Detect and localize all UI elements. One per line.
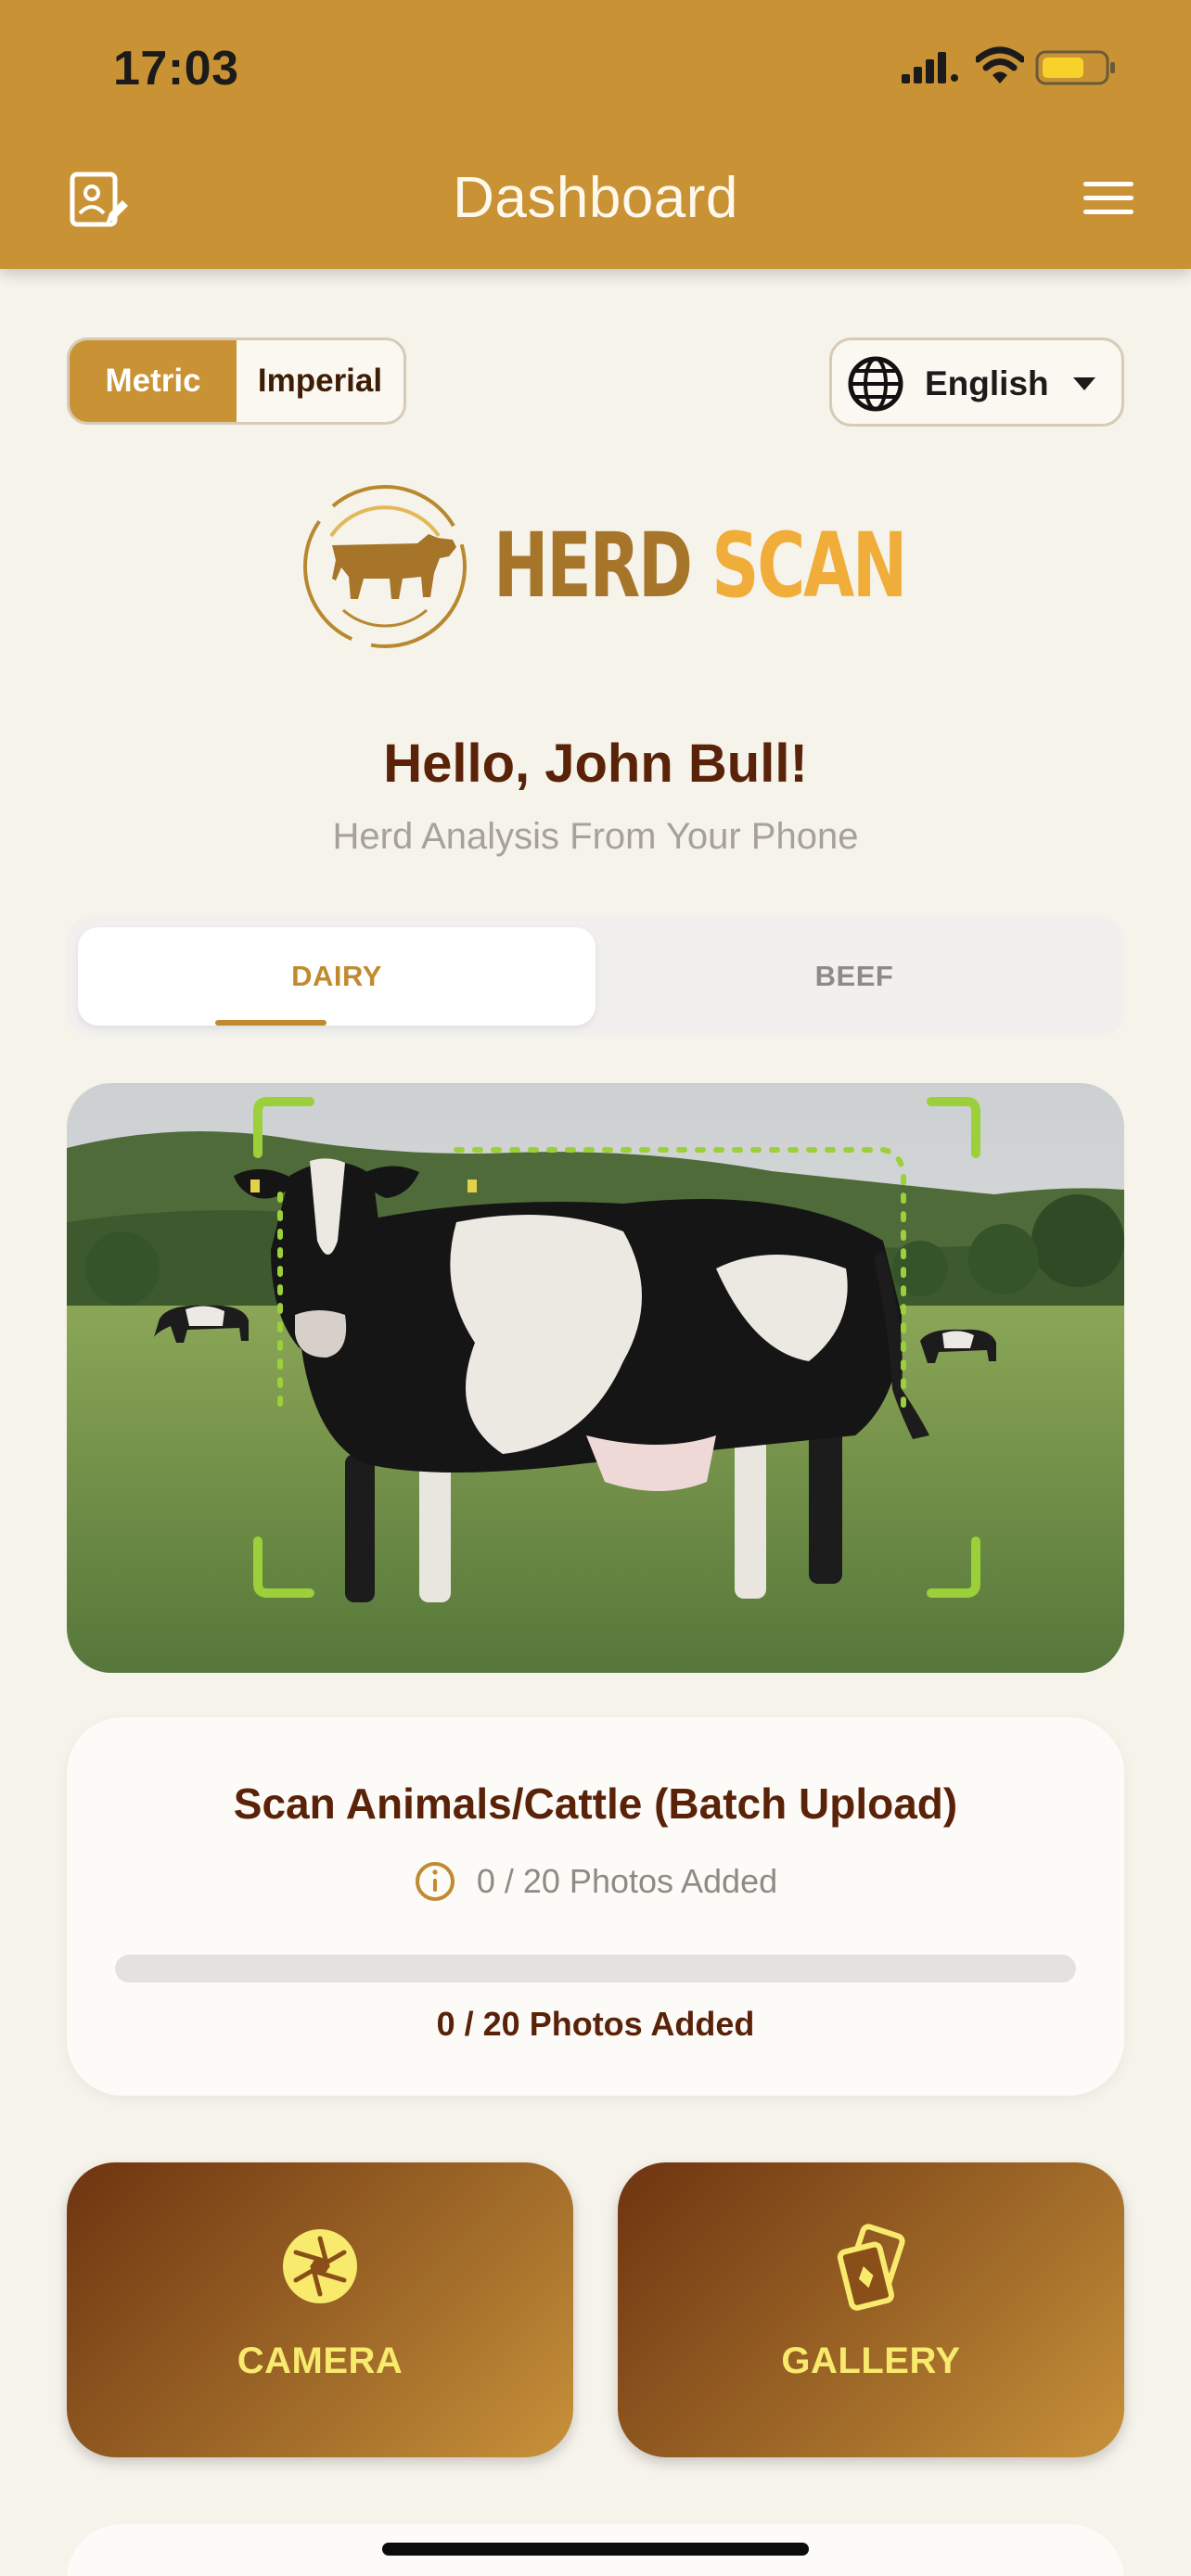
gallery-button[interactable]: GALLERY (618, 2162, 1124, 2457)
camera-button-label: CAMERA (237, 2340, 403, 2381)
status-time: 17:03 (113, 42, 239, 96)
logo-wordmark: HERD SCAN (493, 514, 907, 618)
tab-beef[interactable]: BEEF (596, 927, 1113, 1026)
wifi-icon (976, 46, 1024, 83)
cow-scan-illustration (67, 1083, 1124, 1673)
upload-progress-label: 0 / 20 Photos Added (436, 2005, 755, 2043)
active-tab-indicator (215, 1020, 327, 1026)
camera-button[interactable]: CAMERA (67, 2162, 573, 2457)
globe-icon (848, 356, 903, 412)
hero-cow-image (67, 1083, 1124, 1673)
home-indicator (382, 2543, 809, 2556)
unit-option-imperial[interactable]: Imperial (237, 340, 403, 422)
batch-scan-title: Scan Animals/Cattle (Batch Upload) (233, 1779, 958, 1828)
chevron-down-icon (1073, 377, 1095, 390)
language-select[interactable]: English (829, 338, 1124, 427)
greeting-heading: Hello, John Bull! (383, 733, 808, 794)
tab-dairy[interactable]: DAIRY (78, 927, 596, 1026)
hamburger-menu-icon[interactable] (1083, 180, 1133, 217)
language-label: English (925, 364, 1049, 402)
app-header: 17:03 Dashboard (0, 0, 1191, 269)
unit-toggle: Metric Imperial (67, 338, 406, 425)
battery-icon (1035, 50, 1115, 85)
upload-progress-bar (115, 1955, 1076, 1983)
camera-aperture-icon (283, 2229, 357, 2303)
cow-emblem-logo (303, 485, 467, 648)
gallery-button-label: GALLERY (781, 2340, 961, 2381)
batch-scan-card: Scan Animals/Cattle (Batch Upload) 0 / 2… (67, 1717, 1124, 2096)
gallery-cards-icon (837, 2224, 905, 2311)
herd-type-tabs: DAIRY BEEF (67, 916, 1124, 1037)
page-title: Dashboard (453, 166, 738, 230)
tagline: Herd Analysis From Your Phone (332, 816, 859, 857)
photo-count-text: 0 / 20 Photos Added (476, 1862, 778, 1900)
info-icon (415, 1862, 455, 1901)
herdscan-logo: HERD SCAN (299, 480, 911, 653)
cellular-signal-icon (902, 52, 958, 83)
logo-word-herd: HERD (493, 514, 693, 618)
unit-option-metric[interactable]: Metric (70, 340, 237, 422)
logo-word-scan: SCAN (711, 514, 907, 618)
photo-count-info: 0 / 20 Photos Added (67, 1860, 1124, 1903)
